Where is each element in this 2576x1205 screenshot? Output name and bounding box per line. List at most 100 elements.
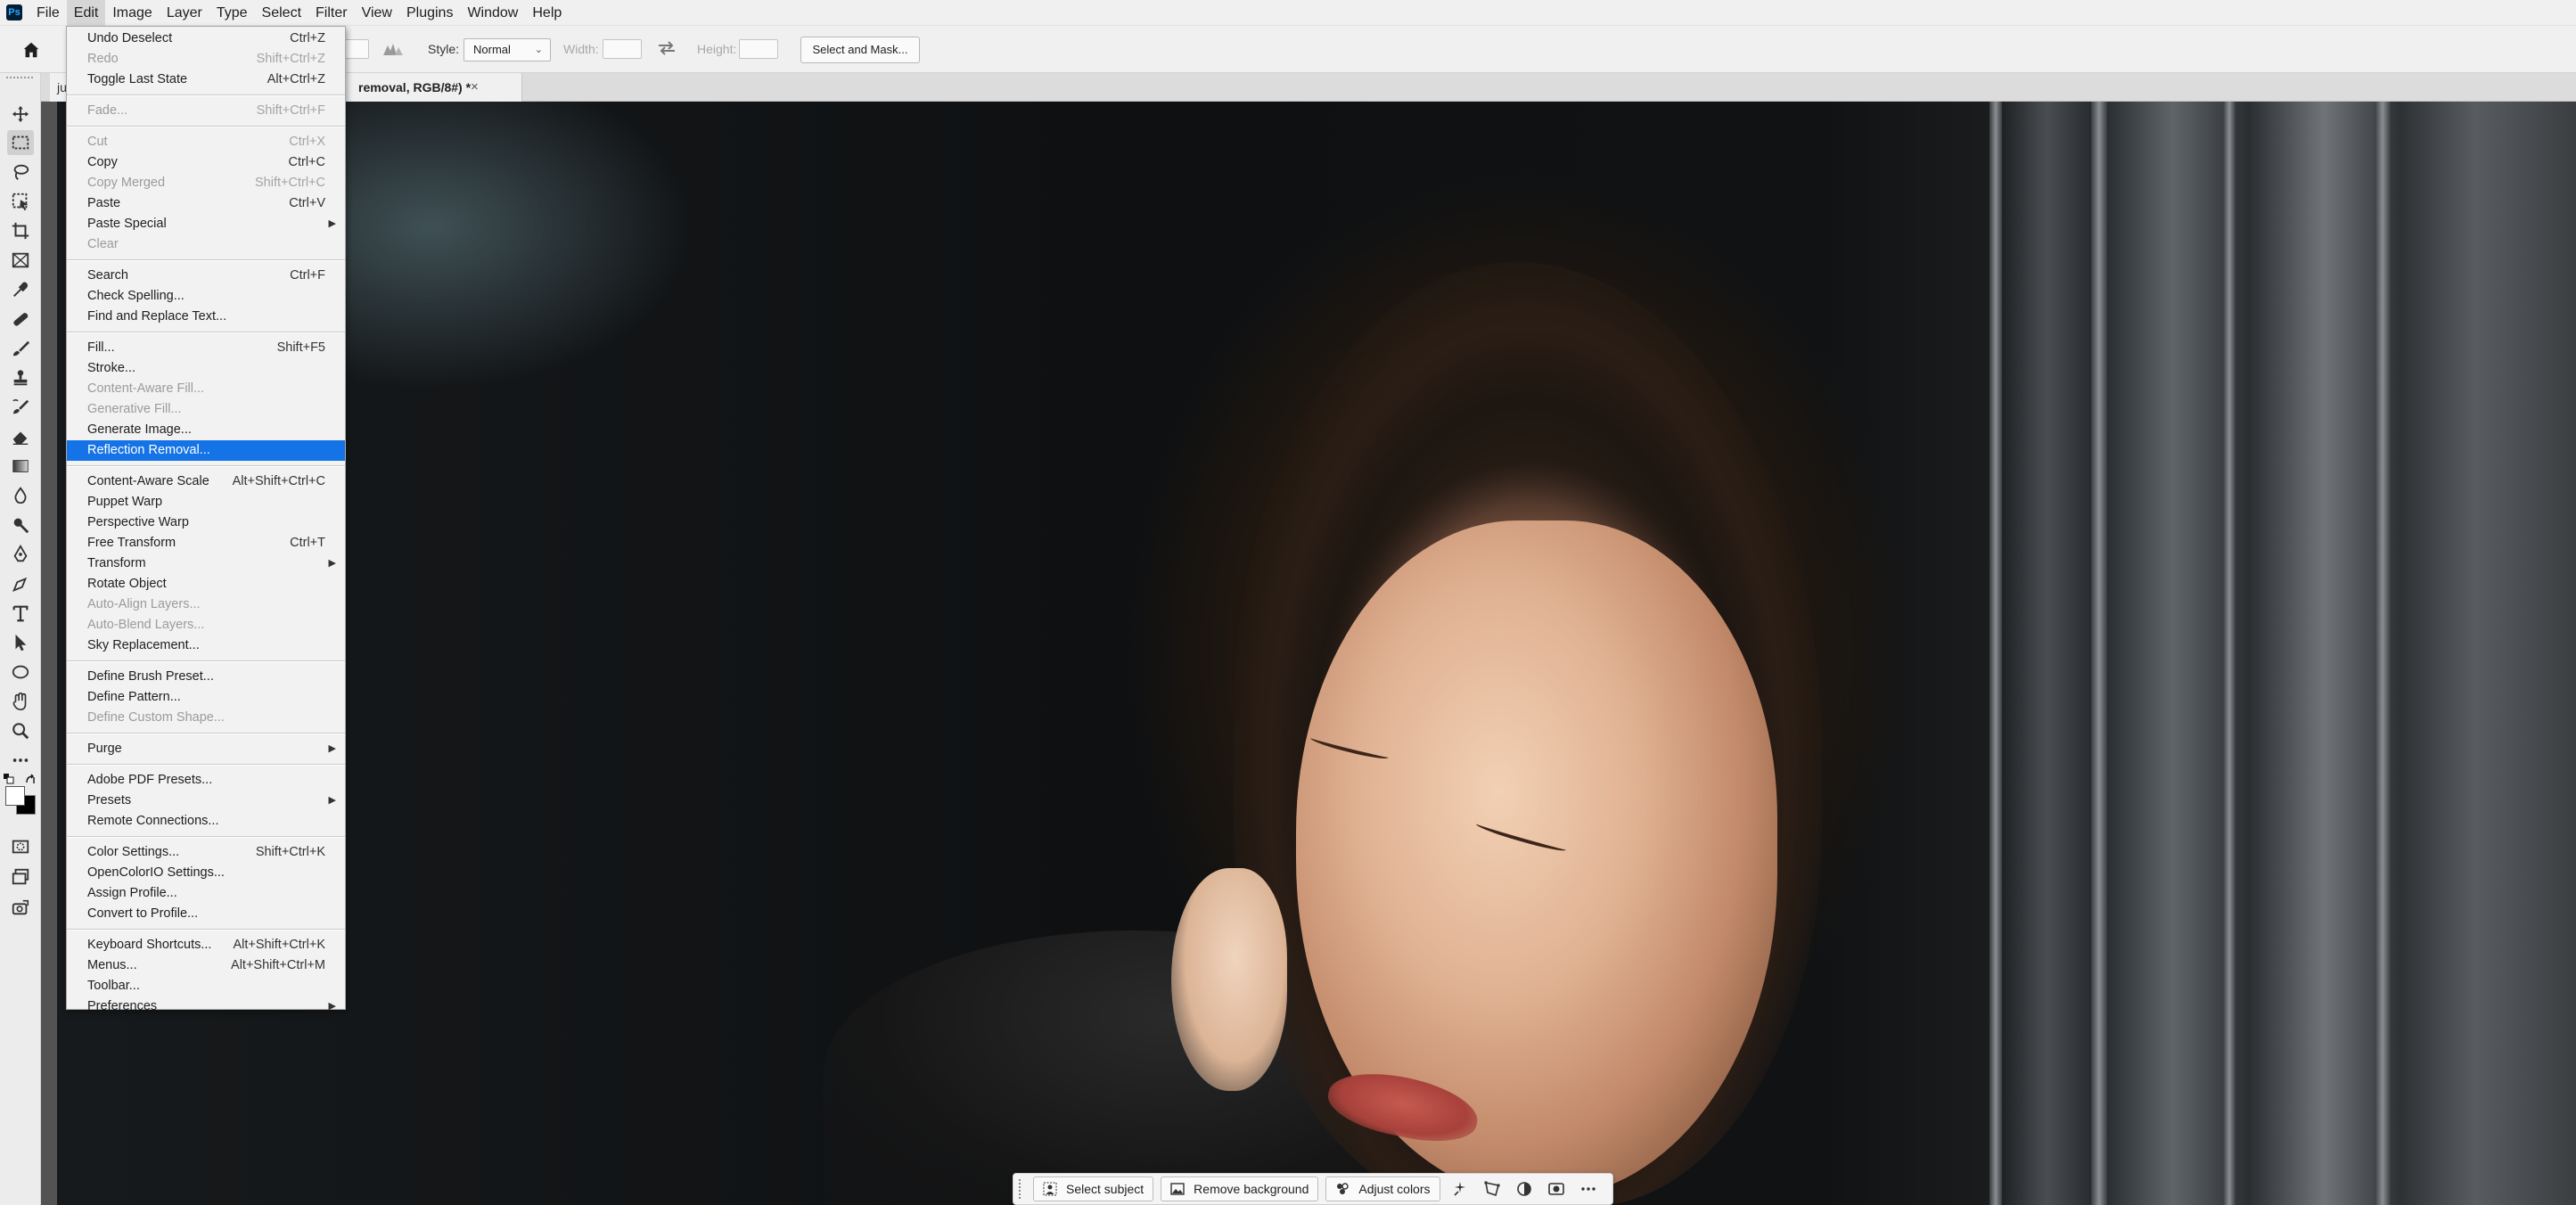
menu-item-opencolorio-settings[interactable]: OpenColorIO Settings... — [67, 863, 345, 883]
generative-button[interactable] — [1448, 1176, 1473, 1201]
clone-stamp-tool[interactable] — [7, 365, 34, 390]
menu-image[interactable]: Image — [105, 0, 159, 26]
foreground-color-swatch[interactable] — [5, 786, 25, 806]
menu-item-paste[interactable]: Paste Ctrl+V — [67, 193, 345, 214]
taskbar-grip[interactable] — [1019, 1179, 1026, 1199]
transform-button[interactable] — [1480, 1176, 1505, 1201]
menu-item-label: Remote Connections... — [87, 814, 219, 828]
menu-item-define-brush-preset[interactable]: Define Brush Preset... — [67, 667, 345, 687]
lasso-tool[interactable] — [7, 160, 34, 184]
select-subject-button[interactable]: Select subject — [1033, 1176, 1154, 1201]
path-selection-tool[interactable] — [7, 630, 34, 655]
menu-item-shortcut: Shift+Ctrl+Z — [256, 52, 325, 66]
menu-item-find-and-replace-text[interactable]: Find and Replace Text... — [67, 307, 345, 327]
menu-item-convert-to-profile[interactable]: Convert to Profile... — [67, 904, 345, 924]
close-tab-icon[interactable]: × — [471, 73, 479, 102]
swap-colors-icon[interactable] — [25, 774, 37, 785]
adjustment-layer-button[interactable] — [1512, 1176, 1537, 1201]
pen-curvature-tool[interactable] — [7, 571, 34, 596]
menu-item-stroke[interactable]: Stroke... — [67, 358, 345, 379]
zoom-tool[interactable] — [7, 718, 34, 743]
menu-item-fill[interactable]: Fill... Shift+F5 — [67, 338, 345, 358]
menu-layer[interactable]: Layer — [160, 0, 209, 26]
menu-plugins[interactable]: Plugins — [399, 0, 460, 26]
frame-tool[interactable] — [7, 248, 34, 273]
menu-item-purge[interactable]: Purge ▶ — [67, 739, 345, 759]
gradient-tool[interactable] — [7, 454, 34, 479]
history-brush-tool[interactable] — [7, 395, 34, 420]
quick-mask-button[interactable] — [7, 834, 34, 859]
remove-background-button[interactable]: Remove background — [1161, 1176, 1319, 1201]
menu-item-define-pattern[interactable]: Define Pattern... — [67, 687, 345, 708]
menu-item-content-aware-scale[interactable]: Content-Aware Scale Alt+Shift+Ctrl+C — [67, 471, 345, 492]
swap-width-height-icon[interactable] — [657, 40, 677, 56]
menu-type[interactable]: Type — [209, 0, 255, 26]
menu-item-reflection-removal[interactable]: Reflection Removal... — [67, 440, 345, 461]
select-and-mask-button[interactable]: Select and Mask... — [800, 37, 920, 63]
document-tab-bar: ju removal, RGB/8#) * × — [41, 73, 2576, 102]
menu-item-preferences[interactable]: Preferences ▶ — [67, 996, 345, 1017]
menu-item-label: Puppet Warp — [87, 495, 163, 509]
menu-item-color-settings[interactable]: Color Settings... Shift+Ctrl+K — [67, 842, 345, 863]
menu-item-menus[interactable]: Menus... Alt+Shift+Ctrl+M — [67, 955, 345, 976]
adjust-colors-button[interactable]: Adjust colors — [1325, 1176, 1440, 1201]
menu-item-puppet-warp[interactable]: Puppet Warp — [67, 492, 345, 512]
menu-item-perspective-warp[interactable]: Perspective Warp — [67, 512, 345, 533]
crop-tool[interactable] — [7, 218, 34, 243]
feather-input[interactable] — [342, 39, 369, 59]
object-selection-tool[interactable] — [7, 189, 34, 214]
menu-item-presets[interactable]: Presets ▶ — [67, 791, 345, 811]
menu-item-undo-deselect[interactable]: Undo Deselect Ctrl+Z — [67, 29, 345, 49]
eraser-tool[interactable] — [7, 424, 34, 449]
menu-filter[interactable]: Filter — [308, 0, 355, 26]
move-tool[interactable] — [7, 102, 34, 127]
menu-item-copy[interactable]: Copy Ctrl+C — [67, 152, 345, 173]
menu-edit[interactable]: Edit — [66, 0, 106, 26]
menu-item-generate-image[interactable]: Generate Image... — [67, 420, 345, 440]
menu-help[interactable]: Help — [525, 0, 569, 26]
menu-select[interactable]: Select — [255, 0, 308, 26]
menu-item-remote-connections[interactable]: Remote Connections... — [67, 811, 345, 832]
mask-button[interactable] — [1544, 1176, 1569, 1201]
toolbar-grip[interactable] — [6, 77, 33, 82]
marquee-tool[interactable] — [7, 130, 34, 155]
menu-item-search[interactable]: Search Ctrl+F — [67, 266, 345, 286]
screen-mode-button[interactable] — [7, 865, 34, 889]
width-input[interactable] — [603, 39, 642, 59]
menu-window[interactable]: Window — [460, 0, 525, 26]
shape-tool[interactable] — [7, 660, 34, 684]
hand-tool[interactable] — [7, 689, 34, 714]
menu-view[interactable]: View — [355, 0, 399, 26]
pen-tool[interactable] — [7, 542, 34, 567]
menu-item-free-transform[interactable]: Free Transform Ctrl+T — [67, 533, 345, 553]
edit-toolbar-button[interactable] — [7, 748, 34, 773]
document-image[interactable] — [57, 102, 2576, 1205]
menu-item-assign-profile[interactable]: Assign Profile... — [67, 883, 345, 904]
menu-item-adobe-pdf-presets[interactable]: Adobe PDF Presets... — [67, 770, 345, 791]
canvas-area[interactable] — [41, 102, 2576, 1205]
menu-file[interactable]: File — [29, 0, 67, 26]
menu-item-transform[interactable]: Transform ▶ — [67, 553, 345, 574]
menu-item-keyboard-shortcuts[interactable]: Keyboard Shortcuts... Alt+Shift+Ctrl+K — [67, 935, 345, 955]
style-select[interactable]: Normal ⌄ — [464, 38, 551, 61]
blur-tool[interactable] — [7, 483, 34, 508]
menu-item-toolbar[interactable]: Toolbar... — [67, 976, 345, 996]
color-swatches[interactable] — [4, 774, 37, 818]
menu-item-toggle-last-state[interactable]: Toggle Last State Alt+Ctrl+Z — [67, 70, 345, 90]
more-options-button[interactable] — [1576, 1176, 1601, 1201]
menu-item-check-spelling[interactable]: Check Spelling... — [67, 286, 345, 307]
height-input[interactable] — [739, 39, 778, 59]
brush-tool[interactable] — [7, 336, 34, 361]
submenu-arrow-icon: ▶ — [328, 795, 336, 806]
spot-healing-tool[interactable] — [7, 307, 34, 332]
share-button[interactable] — [7, 895, 34, 920]
dodge-tool[interactable] — [7, 512, 34, 537]
menu-item-clear: Clear — [67, 234, 345, 255]
default-colors-icon[interactable] — [4, 774, 14, 784]
home-button[interactable] — [18, 37, 45, 63]
menu-item-paste-special[interactable]: Paste Special ▶ — [67, 214, 345, 234]
menu-item-rotate-object[interactable]: Rotate Object — [67, 574, 345, 594]
type-tool[interactable] — [7, 601, 34, 626]
menu-item-sky-replacement[interactable]: Sky Replacement... — [67, 635, 345, 656]
eyedropper-tool[interactable] — [7, 277, 34, 302]
